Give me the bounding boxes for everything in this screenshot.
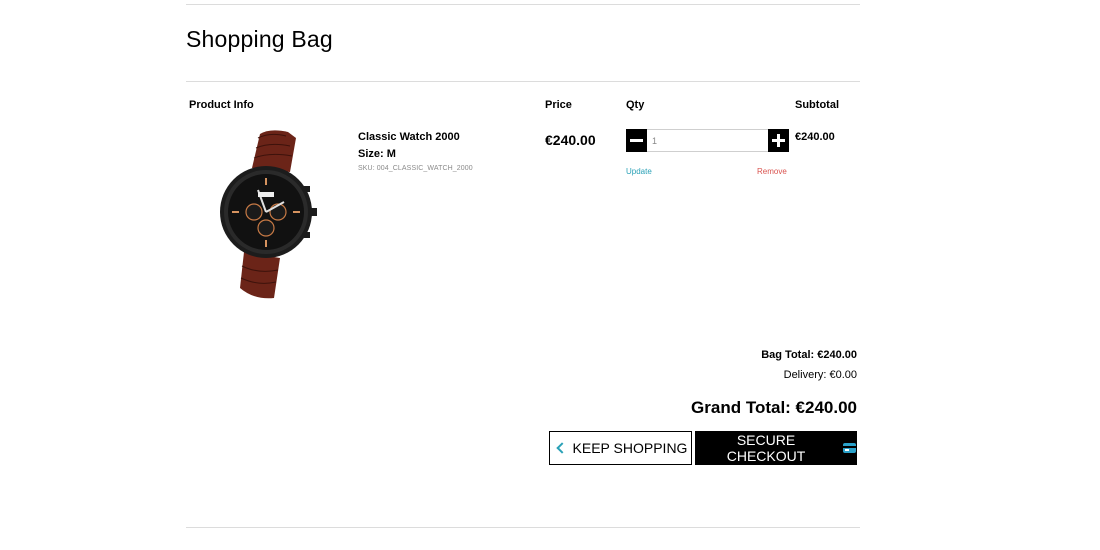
item-subtotal: €240.00 bbox=[795, 131, 835, 143]
chevron-left-icon bbox=[555, 442, 568, 454]
product-image[interactable] bbox=[214, 128, 320, 302]
decrement-quantity-button[interactable] bbox=[626, 129, 647, 152]
minus-icon bbox=[630, 139, 643, 142]
keep-shopping-label: KEEP SHOPPING bbox=[572, 440, 688, 456]
secure-checkout-label: SECURE CHECKOUT bbox=[726, 432, 806, 464]
bag-total: Bag Total: €240.00 bbox=[761, 349, 857, 361]
increment-quantity-button[interactable] bbox=[768, 129, 789, 152]
column-header-subtotal: Subtotal bbox=[795, 99, 839, 111]
update-link[interactable]: Update bbox=[626, 167, 652, 176]
credit-card-icon bbox=[843, 443, 857, 453]
delivery-cost: Delivery: €0.00 bbox=[783, 369, 857, 381]
grand-total: Grand Total: €240.00 bbox=[691, 398, 857, 417]
quantity-input[interactable] bbox=[648, 130, 770, 151]
product-size: Size: M bbox=[358, 148, 396, 160]
page-title: Shopping Bag bbox=[186, 26, 333, 52]
product-name[interactable]: Classic Watch 2000 bbox=[358, 131, 460, 143]
column-header-price: Price bbox=[545, 99, 572, 111]
column-header-product-info: Product Info bbox=[189, 99, 254, 111]
header-divider bbox=[186, 81, 860, 82]
remove-link[interactable]: Remove bbox=[757, 167, 787, 176]
item-price: €240.00 bbox=[545, 132, 596, 148]
column-header-qty: Qty bbox=[626, 99, 645, 111]
top-divider bbox=[186, 4, 860, 5]
product-sku: SKU: 004_CLASSIC_WATCH_2000 bbox=[358, 165, 473, 172]
keep-shopping-button[interactable]: KEEP SHOPPING bbox=[549, 431, 692, 465]
bottom-divider bbox=[186, 527, 860, 528]
secure-checkout-button[interactable]: SECURE CHECKOUT bbox=[695, 431, 857, 465]
